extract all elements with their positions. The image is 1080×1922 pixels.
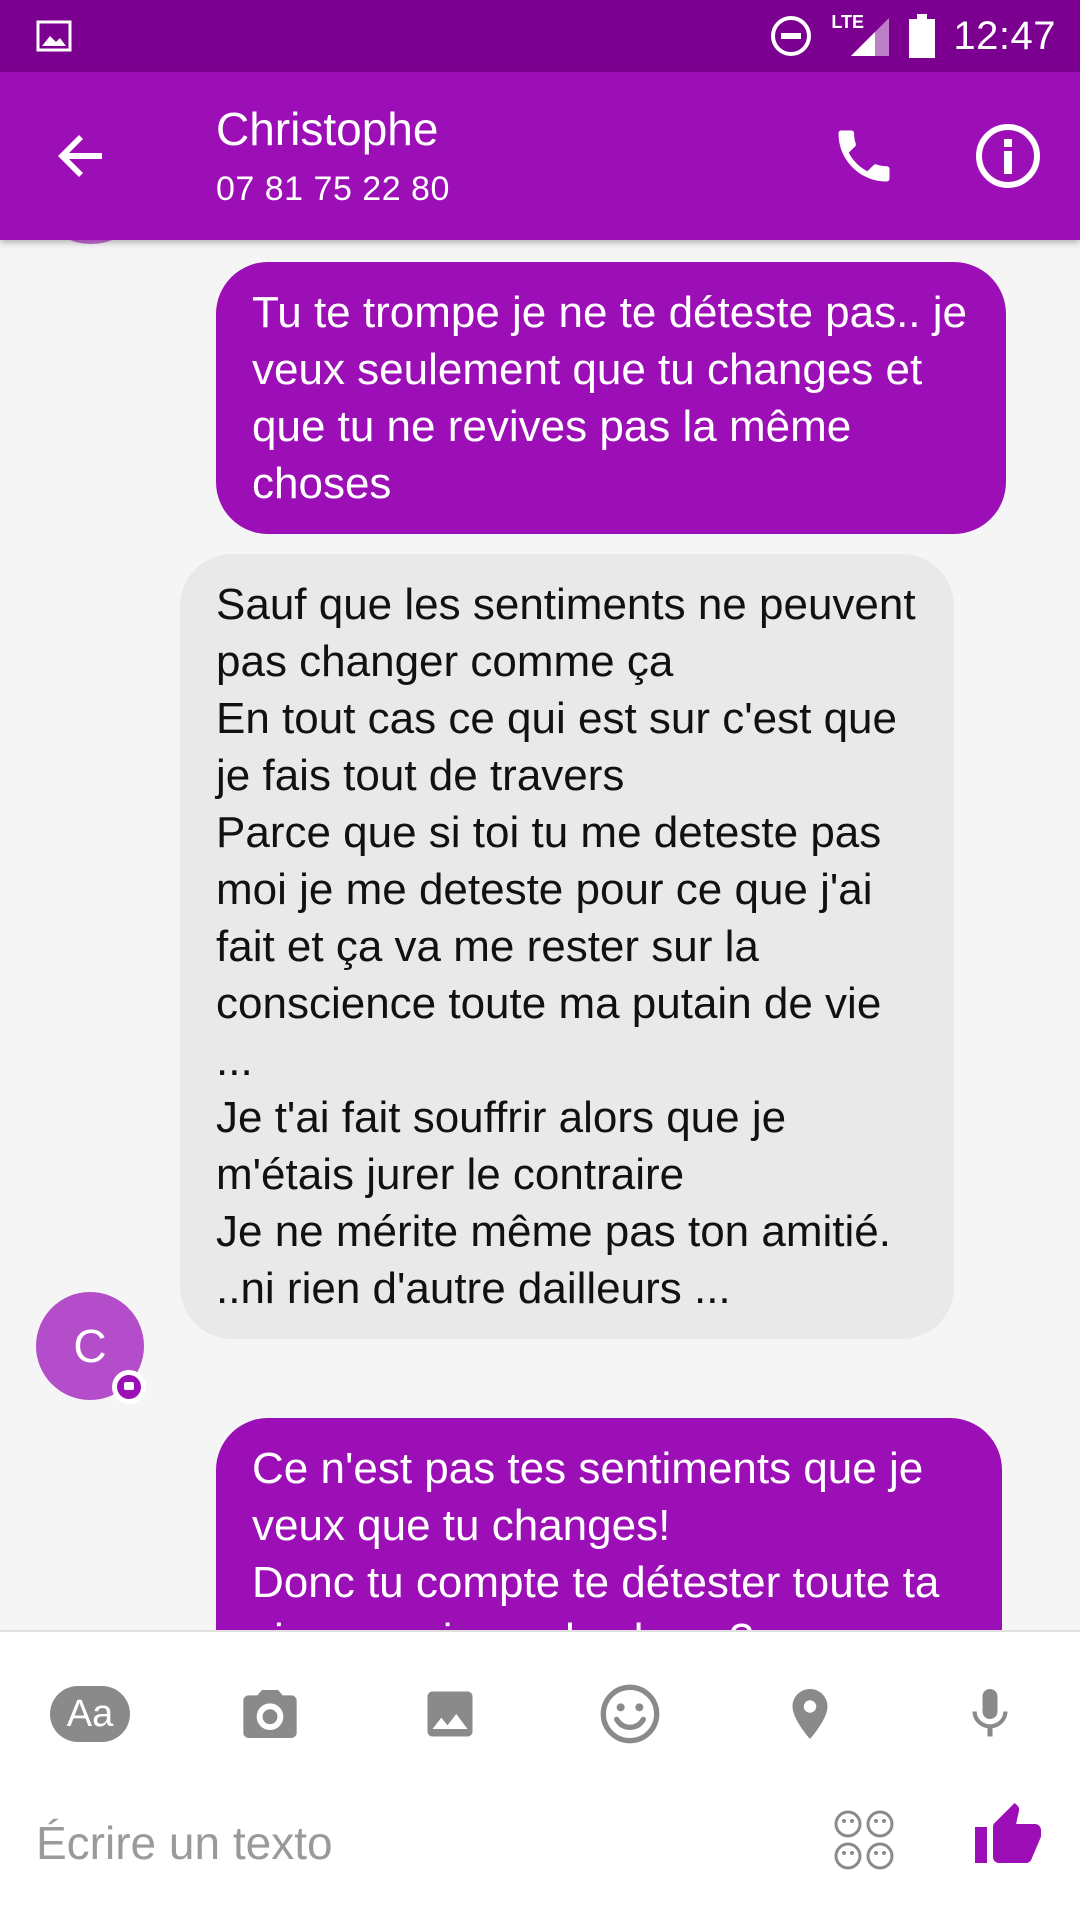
text-format-icon: Aa: [50, 1686, 130, 1742]
info-icon[interactable]: [972, 120, 1044, 192]
camera-button[interactable]: [228, 1672, 312, 1756]
messenger-badge-icon: [112, 1370, 146, 1404]
gallery-icon: [36, 20, 72, 52]
incoming-message[interactable]: Sauf que les sentiments ne peuvent pas c…: [180, 554, 954, 1339]
contact-name: Christophe: [216, 103, 439, 155]
text-format-button[interactable]: Aa: [48, 1672, 132, 1756]
status-bar: LTE 12:47: [0, 0, 1080, 72]
stickers-icon[interactable]: [832, 1808, 896, 1872]
like-icon[interactable]: [972, 1800, 1044, 1872]
emoji-icon: [600, 1684, 660, 1744]
image-button[interactable]: [408, 1672, 492, 1756]
location-button[interactable]: [768, 1672, 852, 1756]
avatar-initial: C: [73, 1320, 107, 1372]
dnd-icon: [771, 16, 812, 56]
outgoing-message[interactable]: Ce n'est pas tes sentiments que je veux …: [216, 1418, 1002, 1630]
message-input[interactable]: Écrire un texto: [36, 1816, 333, 1870]
contact-phone: 07 81 75 22 80: [216, 170, 450, 208]
app-bar: Christophe 07 81 75 22 80: [0, 72, 1080, 240]
phone-icon[interactable]: [830, 122, 898, 190]
outgoing-message[interactable]: Tu te trompe je ne te déteste pas.. je v…: [216, 262, 1006, 534]
signal-icon: [851, 18, 890, 56]
location-icon: [792, 1689, 828, 1739]
back-arrow-icon[interactable]: [50, 124, 114, 188]
microphone-icon: [972, 1689, 1008, 1737]
image-icon: [427, 1691, 473, 1737]
camera-icon: [243, 1690, 297, 1738]
emoji-button[interactable]: [588, 1672, 672, 1756]
battery-icon: [909, 14, 936, 58]
network-indicator: LTE: [831, 12, 891, 58]
avatar: [56, 240, 126, 244]
message-list[interactable]: Tu te trompe je ne te déteste pas.. je v…: [0, 240, 1080, 1630]
microphone-button[interactable]: [948, 1672, 1032, 1756]
avatar[interactable]: C: [36, 1292, 146, 1404]
clock: 12:47: [953, 13, 1056, 58]
composer: Aa Écrire un texto: [0, 1630, 1080, 1922]
